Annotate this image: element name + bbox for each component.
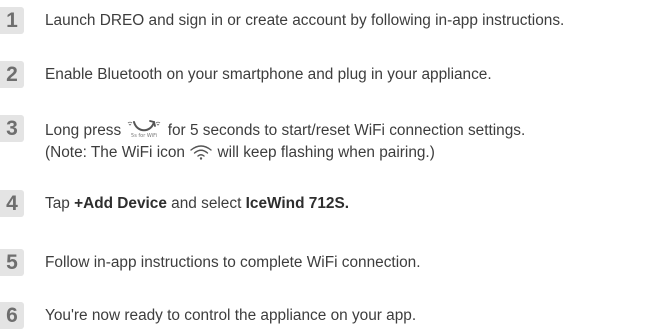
step-text-part: Long press: [45, 122, 126, 139]
step-text-part: (Note: The WiFi icon: [45, 144, 190, 161]
step-text-line-2: (Note: The WiFi icon will keep flashing …: [45, 142, 435, 164]
step-number-badge: 2: [0, 61, 24, 88]
step-text: Tap +Add Device and select IceWind 712S.: [45, 193, 349, 215]
step-number-badge: 6: [0, 302, 24, 329]
step-number-badge: 4: [0, 190, 24, 217]
step-text: Follow in-app instructions to complete W…: [45, 254, 421, 271]
fan-wifi-button-icon: 5s for WiFi: [125, 118, 163, 138]
step-text: Enable Bluetooth on your smartphone and …: [45, 66, 492, 83]
step-text: You're now ready to control the applianc…: [45, 307, 417, 324]
step-text-line-1: Long press 5s for WiFi for 5 seconds to …: [45, 118, 525, 142]
step-number-badge: 5: [0, 249, 24, 276]
step-number-badge: 1: [0, 7, 24, 34]
step-number-badge: 3: [0, 115, 24, 142]
step-text: Launch DREO and sign in or create accoun…: [45, 12, 565, 29]
svg-text:5s for WiFi: 5s for WiFi: [131, 133, 157, 138]
step-text-part: and select: [166, 195, 246, 212]
step-text-part: Tap: [45, 195, 75, 212]
setup-steps-list: 1 Launch DREO and sign in or create acco…: [0, 0, 647, 330]
add-device-label: +Add Device: [74, 195, 167, 212]
step-text-part: for 5 seconds to start/reset WiFi connec…: [163, 122, 526, 139]
step-text-part: will keep flashing when pairing.): [213, 144, 435, 161]
device-model-label: IceWind 712S.: [245, 195, 349, 212]
wifi-icon: [189, 144, 213, 160]
